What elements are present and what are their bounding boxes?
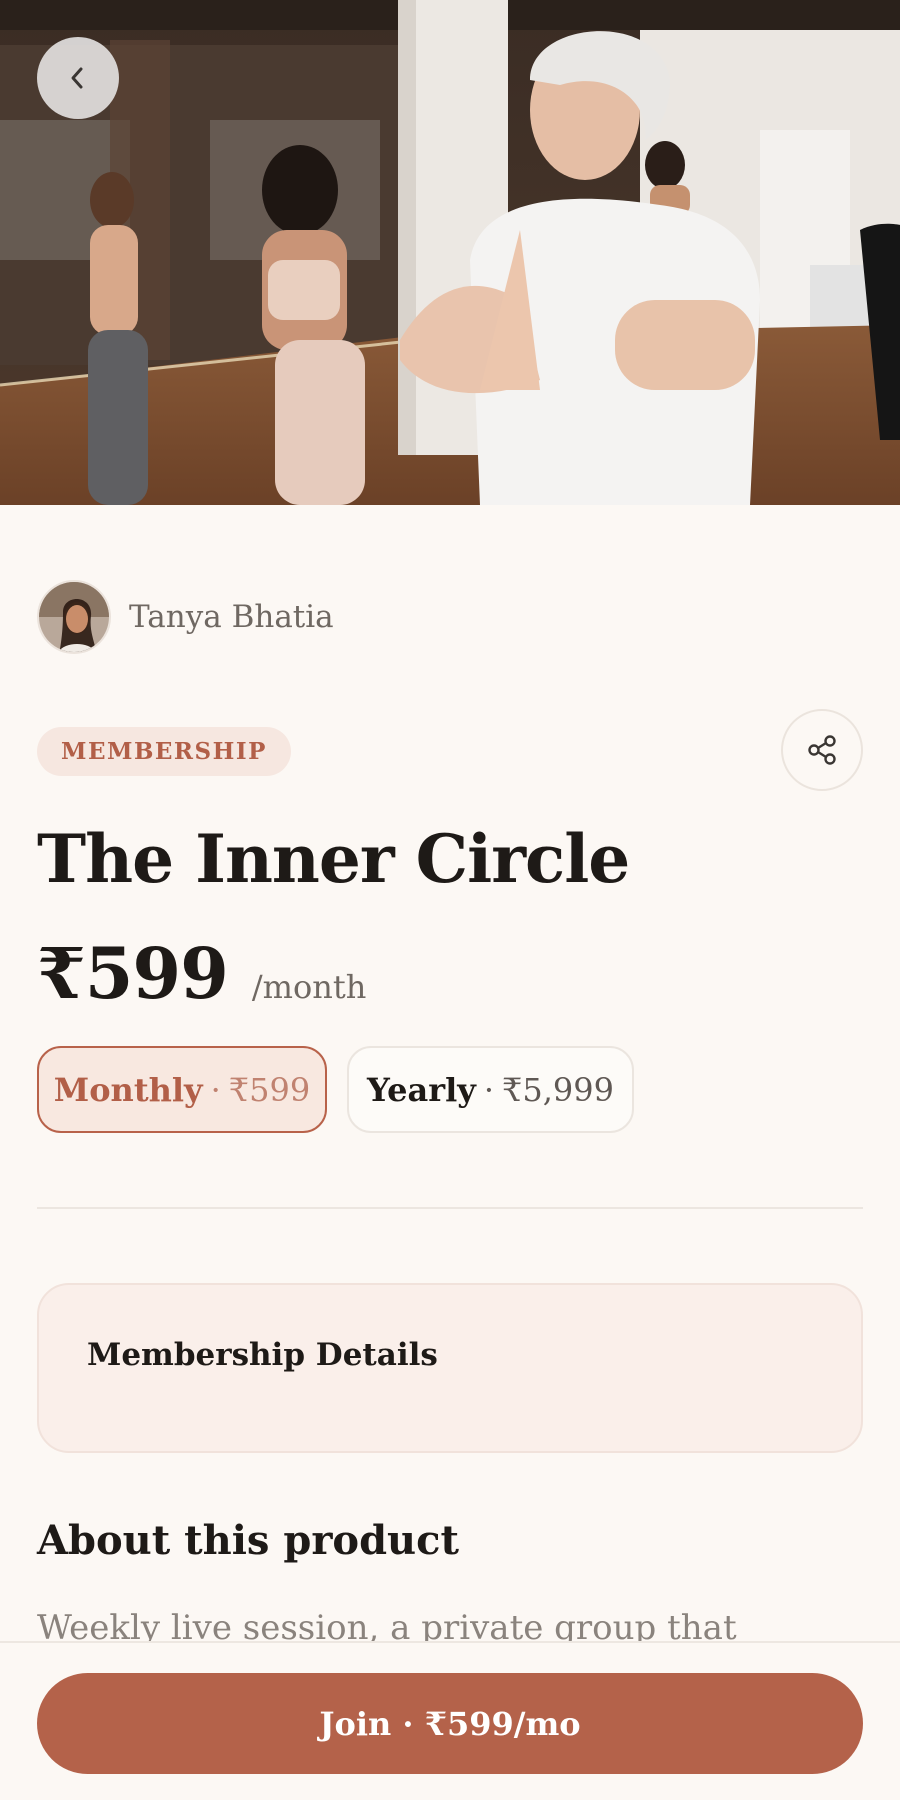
avatar — [37, 580, 111, 654]
hero-image — [0, 0, 900, 505]
back-button[interactable] — [37, 37, 119, 119]
yoga-class-photo — [0, 0, 900, 505]
membership-badge: MEMBERSHIP — [37, 727, 291, 776]
plan-amount: ₹599 — [228, 1070, 311, 1109]
author-name[interactable]: Tanya Bhatia — [129, 599, 334, 635]
price: ₹599 — [37, 932, 229, 1015]
plan-separator: · — [483, 1070, 494, 1109]
price-period: /month — [251, 968, 367, 1006]
author-row[interactable]: Tanya Bhatia — [37, 580, 334, 654]
divider — [37, 1207, 863, 1209]
join-button[interactable]: Join · ₹599/mo — [37, 1673, 863, 1774]
plan-option-yearly[interactable]: Yearly · ₹5,999 — [347, 1046, 634, 1133]
share-button[interactable] — [781, 709, 863, 791]
plan-label: Yearly — [367, 1070, 476, 1109]
membership-details-card[interactable]: Membership Details — [37, 1283, 863, 1453]
plan-label: Monthly — [53, 1070, 203, 1109]
price-row: ₹599 /month — [37, 932, 366, 1015]
membership-details-title: Membership Details — [87, 1337, 438, 1373]
plan-amount: ₹5,999 — [501, 1070, 614, 1109]
about-title: About this product — [37, 1517, 459, 1564]
share-icon — [808, 735, 836, 765]
chevron-left-icon — [71, 67, 83, 89]
plan-separator: · — [210, 1070, 221, 1109]
bottom-bar: Join · ₹599/mo — [0, 1641, 900, 1800]
page-title: The Inner Circle — [37, 820, 630, 898]
plan-option-monthly[interactable]: Monthly · ₹599 — [37, 1046, 327, 1133]
